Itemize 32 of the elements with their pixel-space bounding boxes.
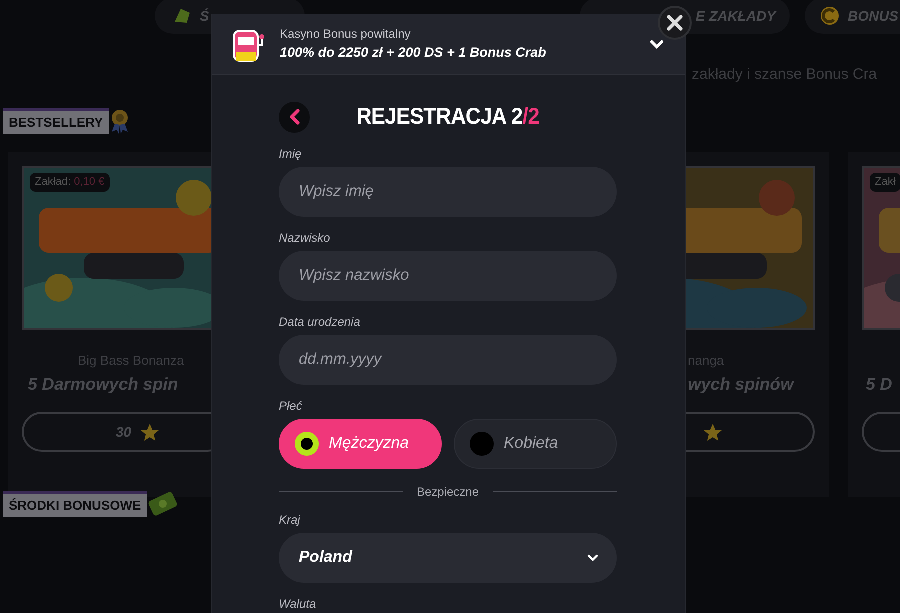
coin-icon [820,6,840,26]
field-label: Data urodzenia [279,315,360,329]
bonus-banner[interactable]: Kasyno Bonus powitalny 100% do 2250 zł + 200 DS + 1 Bonus Crab [212,14,685,75]
field-label: Waluta [279,597,316,611]
input-field[interactable]: Wpisz imię [279,167,617,217]
offer-text: 5 D [866,375,892,394]
field-label: Płeć [279,399,302,413]
bonus-offer: 100% do 2250 zł + 200 DS + 1 Bonus Crab [280,44,548,62]
offer-text: 5 Darmowych spin [28,375,178,394]
section-title: BESTSELLERY [3,108,110,134]
country-select[interactable]: Poland [279,533,617,583]
bet-label: Zakł [870,173,900,192]
field-label: Kraj [279,513,300,527]
input-field[interactable]: Wpisz nazwisko [279,251,617,301]
divider-label: Bezpieczne [416,484,480,500]
input-field[interactable]: dd.mm.yyyy [279,335,617,385]
form-title: REJESTRACJA 2/2 [356,103,540,131]
back-button[interactable] [279,102,310,132]
back-icon [288,109,300,125]
section-title: ŚRODKI BONUSOWE [3,490,148,518]
chevron-icon [587,553,599,563]
star-icon [703,422,723,442]
gender-option[interactable]: Kobieta [454,419,617,469]
field-label: Imię [279,147,302,161]
close-icon [667,15,683,31]
bonus-label: Kasyno Bonus powitalny [280,26,412,43]
star-icon [140,422,160,442]
field-label: Nazwisko [279,231,330,245]
gender-option[interactable]: Mężczyzna [279,419,442,469]
leaf-icon [172,6,192,26]
bet-label: Zakład: 0,10 € [30,173,110,192]
offer-text: wych spinów [688,375,794,394]
